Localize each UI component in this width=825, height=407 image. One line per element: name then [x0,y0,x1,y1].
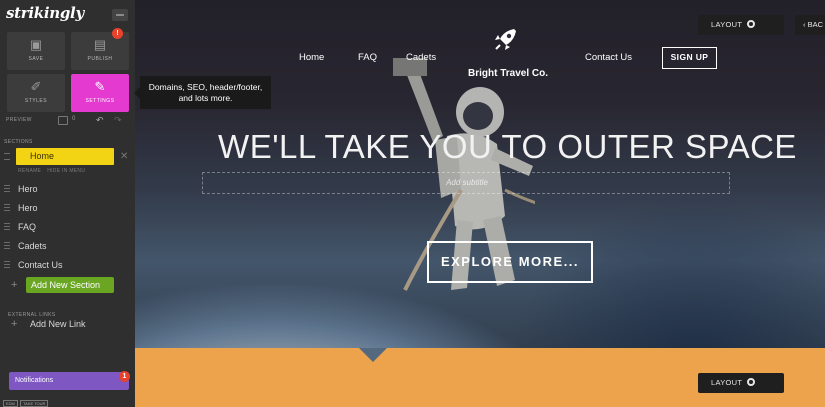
drag-handle-icon[interactable] [4,261,10,268]
styles-label: STYLES [24,98,48,104]
drag-handle-icon[interactable] [4,204,10,211]
section-item-hero-2[interactable]: Hero [0,199,135,217]
home-section-actions: RENAME HIDE IN MENU [18,168,85,174]
save-button[interactable]: ▣ SAVE [7,32,65,70]
section-label: Home [30,151,55,161]
settings-label: SETTINGS [85,98,115,104]
section-item-hero[interactable]: Hero [0,180,135,198]
section-label: Hero [18,203,38,213]
undo-icon[interactable]: ↶ [96,115,104,126]
settings-tooltip: Domains, SEO, header/footer, and lots mo… [134,76,271,109]
section-label: Hero [18,184,38,194]
back-button[interactable]: ‹ BAC [795,15,825,35]
section-label: Contact Us [18,260,63,270]
layout-button[interactable]: LAYOUT [698,15,784,35]
hero-headline[interactable]: WE'LL TAKE YOU TO OUTER SPACE [135,128,825,166]
nav-faq[interactable]: FAQ [358,52,377,63]
add-new-section-button[interactable]: Add New Section [26,277,114,293]
sidebar-header: strikingly [0,0,135,28]
plus-icon: + [11,279,18,291]
section-item-contact-us[interactable]: Contact Us [0,256,135,274]
brand-name[interactable]: Bright Travel Co. [468,68,548,79]
styles-icon: ✐ [30,79,42,94]
notifications-label: Notifications [15,377,54,384]
layout-button[interactable]: LAYOUT [698,373,784,393]
save-label: SAVE [28,56,44,62]
layout-label: LAYOUT [711,20,743,29]
add-new-link-button[interactable]: Add New Link [30,319,86,329]
preview-row: PREVIEW 0 ↶ ↷ [6,115,130,127]
footer-tag[interactable]: EDM [3,400,18,407]
editor-sidebar: strikingly ▣ SAVE ▤ PUBLISH ! ✐ STYLES ✎… [0,0,135,407]
tooltip-line: Domains, SEO, header/footer, [148,82,263,92]
next-section[interactable]: LAYOUT [135,348,825,407]
styles-button[interactable]: ✐ STYLES [7,74,65,112]
publish-button[interactable]: ▤ PUBLISH ! [71,28,129,70]
rocket-icon [495,29,516,50]
settings-button[interactable]: ✎ SETTINGS [71,74,129,112]
drag-handle-icon[interactable] [4,185,10,192]
close-icon[interactable]: ✕ [120,151,128,162]
gear-icon [747,20,756,28]
redo-icon[interactable]: ↷ [114,115,122,126]
section-item-cadets[interactable]: Cadets [0,237,135,255]
drag-handle-icon[interactable] [4,223,10,230]
nav-contact-us[interactable]: Contact Us [585,52,632,63]
nav-cadets[interactable]: Cadets [406,52,436,63]
explore-more-button[interactable]: EXPLORE MORE... [427,241,593,283]
section-item-home[interactable]: Home [16,148,114,165]
section-item-faq[interactable]: FAQ [0,218,135,236]
drag-handle-icon[interactable] [4,153,10,160]
drag-handle-icon[interactable] [4,242,10,249]
publish-badge: ! [112,28,123,39]
gear-icon [747,378,756,386]
section-divider-notch [359,348,387,362]
subtitle-placeholder: Add subtitle [446,178,488,187]
subtitle-editable[interactable]: Add subtitle [202,172,730,194]
sign-up-button[interactable]: SIGN UP [662,47,717,69]
layout-label: LAYOUT [711,378,743,387]
rename-link[interactable]: RENAME [18,168,41,174]
collapse-sidebar-button[interactable] [112,9,128,21]
section-label: Cadets [18,241,47,251]
desktop-preview-icon[interactable] [58,116,68,125]
publish-label: PUBLISH [87,56,113,62]
tooltip-line: and lots more. [178,93,233,103]
hero-section[interactable]: Home FAQ Cadets Contact Us Bright Travel… [135,0,825,348]
settings-icon: ✎ [94,79,106,94]
preview-button[interactable]: PREVIEW [6,117,32,123]
hide-in-menu-link[interactable]: HIDE IN MENU [47,168,85,174]
notifications-button[interactable]: Notifications [9,372,129,390]
sections-heading: SECTIONS [4,139,33,145]
preview-count: 0 [72,116,76,122]
notifications-badge: 1 [119,371,130,382]
plus-icon: + [11,318,18,330]
logo: strikingly [6,4,84,22]
take-tour-link[interactable]: TAKE TOUR [20,400,49,407]
publish-icon: ▤ [93,37,107,52]
save-icon: ▣ [29,37,43,52]
nav-home[interactable]: Home [299,52,324,63]
add-section-label: Add New Section [31,280,101,290]
section-label: FAQ [18,222,37,232]
